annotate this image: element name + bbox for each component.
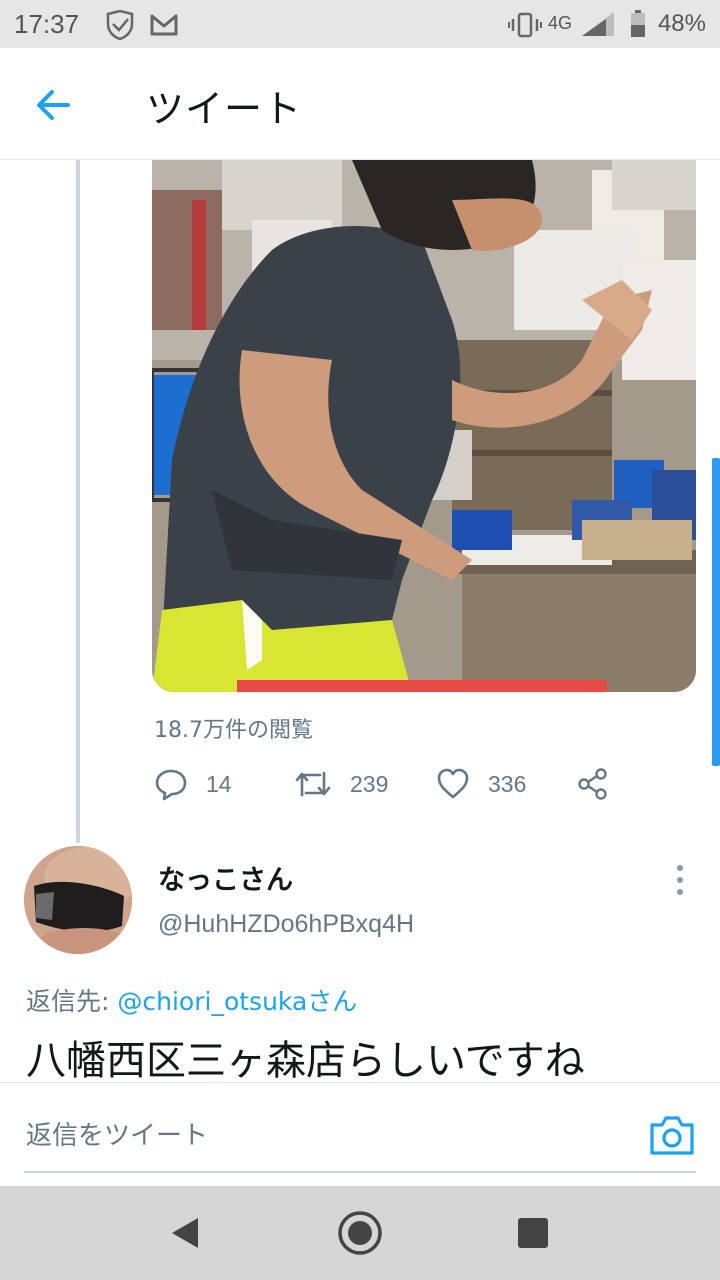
like-count: 336	[488, 770, 527, 797]
reply-count: 14	[206, 770, 232, 797]
camera-icon[interactable]	[648, 1113, 696, 1157]
system-nav-bar	[0, 1186, 720, 1280]
shield-check-icon	[106, 10, 134, 40]
avatar-image	[24, 846, 132, 954]
nav-back-icon[interactable]	[160, 1208, 210, 1258]
share-action[interactable]	[576, 760, 610, 808]
video-frame-image	[152, 160, 696, 692]
retweet-action[interactable]: 239	[294, 760, 388, 808]
retweet-count: 239	[350, 770, 389, 797]
reply-to-line: 返信先: @chiori_otsukaさん	[26, 982, 357, 1018]
retweet-icon	[295, 771, 331, 797]
composer-underline	[24, 1171, 696, 1173]
reply-to-mention-link[interactable]: @chiori_otsukaさん	[117, 987, 357, 1016]
battery-icon	[631, 10, 645, 37]
nav-home-icon[interactable]	[335, 1208, 385, 1258]
reply-action[interactable]: 14	[154, 760, 232, 808]
more-options-icon[interactable]	[666, 860, 694, 900]
tweet-actions: 14 239 336	[152, 760, 632, 808]
reply-author-name[interactable]: なっこさん	[158, 858, 293, 897]
avatar[interactable]	[24, 846, 132, 954]
network-type: 4G	[548, 13, 573, 33]
reply-to-label: 返信先:	[26, 987, 110, 1016]
share-icon	[578, 768, 607, 800]
mail-icon	[150, 14, 178, 36]
like-action[interactable]: 336	[436, 760, 526, 808]
thread-connector-line	[76, 160, 80, 843]
scrollbar-indicator[interactable]	[712, 458, 720, 766]
battery-level: 48%	[657, 10, 706, 37]
app-header: ツイート	[0, 48, 720, 160]
nav-recents-icon[interactable]	[508, 1208, 558, 1258]
reply-input[interactable]: 返信をツイート	[26, 1115, 208, 1152]
reply-author-handle[interactable]: @HuhHZDo6hPBxq4H	[158, 910, 414, 939]
vibrate-icon	[508, 12, 542, 38]
status-time: 17:37	[14, 9, 80, 39]
reply-tweet-text: 八幡西区三ヶ森店らしいですね	[26, 1038, 585, 1080]
signal-icon	[582, 12, 614, 36]
reply-bubble-icon	[155, 769, 187, 801]
page-title: ツイート	[146, 87, 303, 131]
heart-icon	[437, 768, 469, 799]
status-bar: 17:37 4G 48%	[0, 0, 720, 48]
back-arrow-icon[interactable]	[30, 82, 76, 128]
tweet-video-thumbnail[interactable]	[152, 160, 696, 692]
view-count: 18.7万件の閲覧	[154, 718, 313, 743]
reply-composer: 返信をツイート	[0, 1082, 720, 1186]
